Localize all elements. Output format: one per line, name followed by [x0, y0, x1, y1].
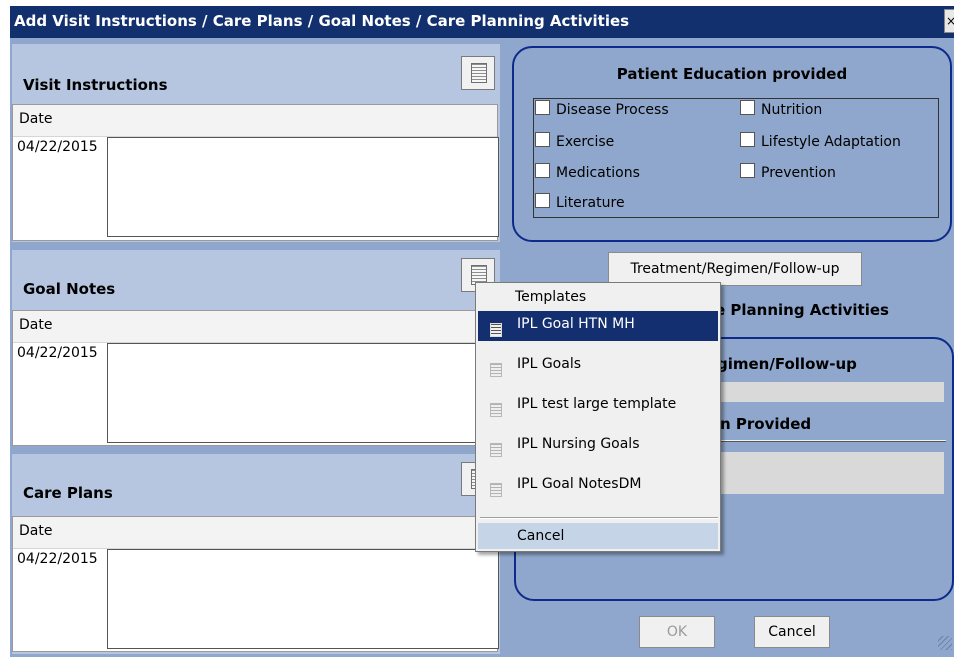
care-plans-grid: Date 04/22/2015: [12, 516, 499, 652]
checkbox-box[interactable]: [740, 100, 755, 115]
checkbox-exercise[interactable]: Exercise: [535, 132, 614, 150]
divider: [720, 440, 946, 442]
patient-education-title: Patient Education provided: [616, 65, 848, 83]
ok-button[interactable]: OK: [639, 616, 715, 648]
visit-instructions-template-button[interactable]: [461, 56, 495, 90]
template-menu-cancel[interactable]: Cancel: [478, 523, 718, 549]
checkbox-literature[interactable]: Literature: [535, 193, 625, 211]
document-icon: [490, 363, 502, 377]
templates-context-menu: Templates IPL Goal HTN MH IPL Goals IPL …: [475, 282, 721, 552]
template-menu-item-ipl-test-large-template[interactable]: IPL test large template: [478, 391, 718, 421]
care-plans-note-field[interactable]: [107, 549, 499, 649]
close-button[interactable]: ×: [944, 9, 954, 33]
goal-notes-note-field[interactable]: [107, 343, 499, 443]
checkbox-box[interactable]: [535, 193, 550, 208]
menu-item-label: Cancel: [517, 528, 565, 544]
menu-item-label: IPL Goal NotesDM: [517, 476, 642, 492]
education-provided-field[interactable]: [720, 452, 944, 494]
checkbox-lifestyle-adaptation[interactable]: Lifestyle Adaptation: [740, 132, 901, 150]
row-date: 04/22/2015: [17, 551, 98, 567]
template-menu-item-ipl-goal-notesdm[interactable]: IPL Goal NotesDM: [478, 471, 718, 501]
date-column-header: Date: [13, 105, 497, 137]
template-menu-item-ipl-nursing-goals[interactable]: IPL Nursing Goals: [478, 431, 718, 461]
care-plans-label: Care Plans: [23, 484, 113, 502]
cancel-button[interactable]: Cancel: [754, 616, 830, 648]
document-icon: [490, 403, 502, 417]
checkbox-nutrition[interactable]: Nutrition: [740, 100, 822, 118]
menu-item-label: IPL Goal HTN MH: [517, 316, 635, 332]
checkbox-disease-process[interactable]: Disease Process: [535, 100, 669, 118]
menu-separator: [480, 517, 718, 519]
checkbox-box[interactable]: [740, 132, 755, 147]
template-menu-item-ipl-goals[interactable]: IPL Goals: [478, 351, 718, 381]
checkbox-label: Nutrition: [761, 102, 823, 118]
treatment-regimen-followup-label: gimen/Follow-up: [717, 355, 857, 373]
treatment-regimen-followup-button[interactable]: Treatment/Regimen/Follow-up: [608, 252, 862, 286]
templates-menu-header: Templates: [515, 289, 587, 305]
visit-instructions-label: Visit Instructions: [23, 76, 168, 94]
goal-notes-label: Goal Notes: [23, 280, 116, 298]
checkbox-prevention[interactable]: Prevention: [740, 163, 836, 181]
education-provided-label: n Provided: [720, 415, 812, 433]
document-icon: [490, 323, 502, 337]
checkbox-medications[interactable]: Medications: [535, 163, 640, 181]
date-column-header: Date: [13, 311, 497, 343]
patient-education-group: Patient Education provided Disease Proce…: [512, 46, 952, 242]
template-menu-item-ipl-goal-htn-mh[interactable]: IPL Goal HTN MH: [478, 311, 718, 341]
checkbox-label: Prevention: [761, 165, 836, 181]
treatment-regimen-followup-field[interactable]: [720, 382, 944, 402]
checkbox-box[interactable]: [535, 132, 550, 147]
care-planning-activities-heading: e Planning Activities: [715, 301, 889, 319]
menu-item-label: IPL Nursing Goals: [517, 436, 640, 452]
visit-instructions-note-field[interactable]: [107, 137, 499, 237]
checkbox-box[interactable]: [535, 163, 550, 178]
checkbox-label: Lifestyle Adaptation: [761, 134, 901, 150]
document-icon: [490, 483, 502, 497]
menu-item-label: IPL Goals: [517, 356, 581, 372]
checkbox-label: Literature: [556, 195, 625, 211]
menu-item-label: IPL test large template: [517, 396, 677, 412]
visit-instructions-grid: Date 04/22/2015: [12, 104, 499, 241]
resize-grip-icon[interactable]: [938, 636, 952, 650]
document-icon: [490, 443, 502, 457]
checkbox-box[interactable]: [535, 100, 550, 115]
row-date: 04/22/2015: [17, 345, 98, 361]
window-title: Add Visit Instructions / Care Plans / Go…: [14, 12, 630, 30]
checkbox-label: Exercise: [556, 134, 615, 150]
date-column-header: Date: [13, 517, 497, 549]
checkbox-label: Medications: [556, 165, 640, 181]
row-date: 04/22/2015: [17, 139, 98, 155]
checkbox-box[interactable]: [740, 163, 755, 178]
checkbox-label: Disease Process: [556, 102, 669, 118]
document-icon: [471, 63, 487, 83]
goal-notes-grid: Date 04/22/2015: [12, 310, 499, 446]
